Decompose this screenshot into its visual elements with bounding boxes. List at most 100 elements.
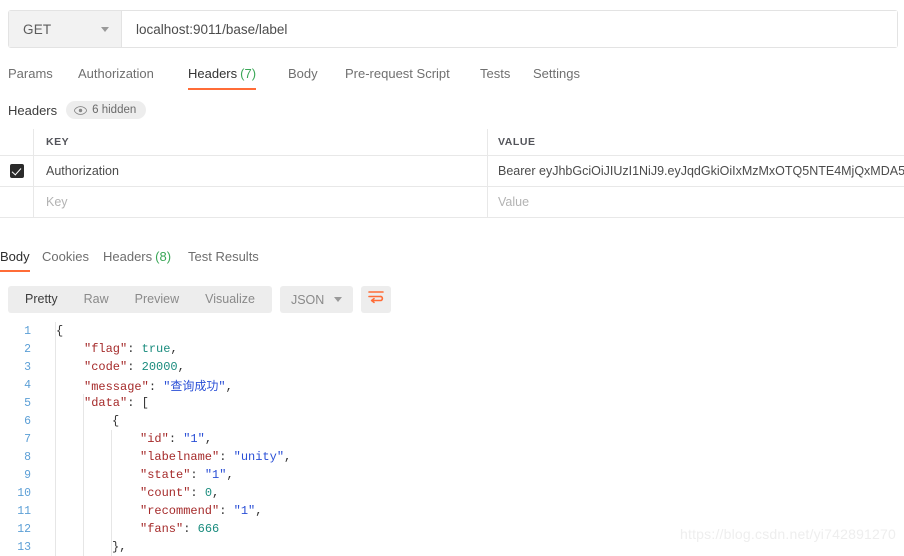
json-token: "查询成功" — [163, 379, 226, 394]
json-token: "1" — [204, 468, 227, 482]
response-tab-test-results[interactable]: Test Results — [188, 246, 259, 272]
view-mode-group: Pretty Raw Preview Visualize — [8, 286, 272, 313]
line-number: 10 — [17, 486, 31, 500]
tab-label: Settings — [533, 66, 580, 81]
tab-label: Params — [8, 66, 53, 81]
line-number: 12 — [17, 522, 31, 536]
value-column-header: VALUE — [488, 129, 904, 155]
key-column-label: KEY — [46, 136, 70, 148]
tab-headers[interactable]: Headers (7) — [188, 62, 257, 90]
json-token: "1" — [183, 432, 205, 446]
request-tabs: Params Authorization Headers (7) Body Pre-req… — [0, 62, 904, 94]
eye-icon — [74, 105, 88, 115]
tab-params[interactable]: Params — [8, 62, 53, 90]
json-token: , — [119, 540, 127, 554]
json-line: 1{ — [0, 322, 904, 340]
tab-pre-request-script[interactable]: Pre-request Script — [345, 62, 450, 90]
json-line-content: "code": 20000, — [40, 360, 185, 374]
header-checkbox-column — [0, 129, 34, 155]
header-enabled-checkbox[interactable] — [9, 164, 24, 178]
tab-body[interactable]: Body — [288, 62, 318, 90]
line-number: 9 — [24, 468, 31, 482]
view-mode-raw[interactable]: Raw — [71, 286, 122, 313]
json-token: { — [56, 324, 64, 338]
json-line: 3 "code": 20000, — [0, 358, 904, 376]
tab-label: Authorization — [78, 66, 154, 81]
new-key-placeholder: Key — [46, 195, 68, 209]
view-mode-preview[interactable]: Preview — [122, 286, 192, 313]
header-value-cell[interactable]: Bearer eyJhbGciOiJIUzI1NiJ9.eyJqdGkiOiIx… — [488, 156, 904, 186]
json-token: "count" — [140, 486, 191, 500]
new-value-placeholder: Value — [498, 195, 530, 209]
json-line-content: "flag": true, — [40, 342, 178, 356]
json-token: "data" — [84, 396, 128, 410]
json-token: , — [204, 432, 213, 446]
line-number: 3 — [24, 360, 31, 374]
json-line-content: "state": "1", — [40, 468, 234, 482]
watermark: https://blog.csdn.net/yi742891270 — [680, 526, 896, 542]
new-value-cell[interactable]: Value — [488, 187, 904, 217]
json-line-content: "id": "1", — [40, 432, 212, 446]
tab-label: Tests — [480, 66, 511, 81]
tab-settings[interactable]: Settings — [533, 62, 580, 90]
response-tab-label: Test Results — [188, 249, 259, 264]
json-token: : — [127, 360, 142, 374]
view-mode-visualize[interactable]: Visualize — [192, 286, 268, 313]
json-token: { — [112, 414, 120, 428]
response-body-viewer[interactable]: 1{ 2 "flag": true, 3 "code": 20000, 4 "message… — [0, 322, 904, 556]
json-token: : — [190, 486, 205, 500]
line-number: 11 — [17, 504, 31, 518]
json-token: , — [170, 342, 178, 356]
json-line-content: "recommend": "1", — [40, 504, 262, 518]
tab-label: Headers — [188, 66, 238, 81]
json-line-content: "count": 0, — [40, 486, 219, 500]
response-tab-body[interactable]: Body — [0, 246, 30, 272]
json-token: "message" — [84, 379, 149, 394]
header-key-cell[interactable]: Authorization — [34, 156, 488, 186]
tab-authorization[interactable]: Authorization — [78, 62, 154, 90]
response-format-dropdown[interactable]: JSON — [279, 286, 354, 313]
json-token: : — [219, 504, 234, 518]
json-token: 0 — [204, 486, 213, 500]
headers-section-label: Headers — [8, 102, 58, 118]
json-token: true — [141, 342, 171, 356]
http-method-label: GET — [23, 21, 52, 37]
response-format-label: JSON — [290, 292, 325, 307]
json-token: 666 — [197, 522, 220, 536]
value-column-label: VALUE — [498, 136, 536, 148]
response-tab-label: Headers — [103, 249, 153, 264]
key-column-header: KEY — [34, 129, 488, 155]
json-token: , — [225, 379, 233, 394]
response-tab-cookies[interactable]: Cookies — [42, 246, 89, 272]
postman-window: GET localhost:9011/base/label Params Auth… — [0, 0, 904, 556]
table-header-row: KEY VALUE — [0, 129, 904, 156]
tab-tests[interactable]: Tests — [480, 62, 510, 90]
table-row-empty[interactable]: Key Value — [0, 187, 904, 218]
tab-label: Body — [288, 66, 318, 81]
hidden-headers-count: 6 hidden — [92, 104, 137, 116]
json-line: 9 "state": "1", — [0, 466, 904, 484]
new-key-cell[interactable]: Key — [34, 187, 488, 217]
view-mode-pretty[interactable]: Pretty — [12, 286, 71, 313]
json-token: "labelname" — [140, 450, 220, 464]
hidden-headers-badge[interactable]: 6 hidden — [66, 101, 147, 119]
line-number: 8 — [24, 450, 31, 464]
line-number: 2 — [24, 342, 31, 356]
json-token: : — [127, 396, 142, 410]
chevron-down-icon — [334, 297, 343, 302]
url-input[interactable]: localhost:9011/base/label — [122, 11, 897, 47]
json-token: 20000 — [141, 360, 178, 374]
http-method-dropdown[interactable]: GET — [9, 11, 122, 47]
table-row[interactable]: Authorization Bearer eyJhbGciOiJIUzI1NiJ… — [0, 156, 904, 187]
json-lines: 1{ 2 "flag": true, 3 "code": 20000, 4 "message… — [0, 322, 904, 556]
json-line: 7 "id": "1", — [0, 430, 904, 448]
line-number: 4 — [24, 378, 31, 392]
json-line: 10 "count": 0, — [0, 484, 904, 502]
json-token: "id" — [140, 432, 169, 446]
headers-subbar: Headers 6 hidden — [8, 101, 147, 119]
json-token: , — [255, 504, 263, 518]
tab-count-badge: (7) — [240, 66, 257, 81]
wrap-text-button[interactable] — [361, 286, 392, 313]
response-tab-headers[interactable]: Headers (8) — [103, 246, 171, 272]
json-line-content: { — [40, 414, 119, 428]
